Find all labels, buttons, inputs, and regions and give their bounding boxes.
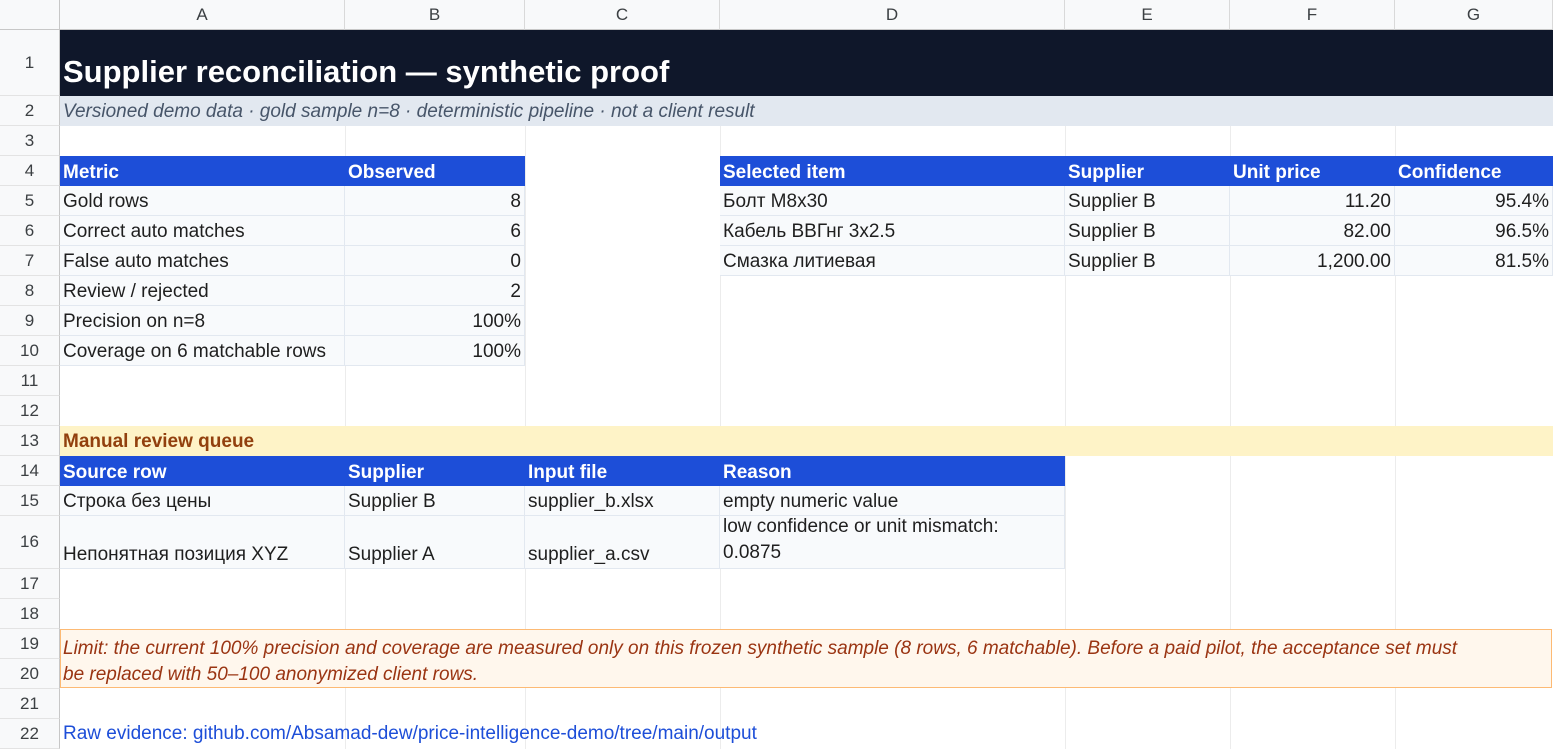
- unit-price-cell[interactable]: 82.00: [1230, 216, 1395, 246]
- row-header-3[interactable]: 3: [0, 126, 60, 156]
- row-header-14[interactable]: 14: [0, 456, 60, 486]
- review-supplier-cell[interactable]: Supplier B: [345, 486, 525, 516]
- reason-line: low confidence or unit mismatch:: [723, 516, 999, 537]
- row-header-13[interactable]: 13: [0, 426, 60, 456]
- metric-value-cell[interactable]: 6: [345, 216, 525, 246]
- metric-value-cell[interactable]: 2: [345, 276, 525, 306]
- reason-line: 0.0875: [723, 542, 782, 563]
- supplier-cell[interactable]: Supplier B: [1065, 186, 1230, 216]
- input-file-cell[interactable]: supplier_a.csv: [525, 516, 720, 569]
- column-header-b[interactable]: B: [345, 0, 525, 30]
- spreadsheet: A B C D E F G 1 2 3 4 5 6 7 8 9 10 11 12…: [0, 0, 1553, 749]
- row-header-9[interactable]: 9: [0, 306, 60, 336]
- metric-name-cell[interactable]: Correct auto matches: [60, 216, 345, 246]
- source-row-cell[interactable]: Строка без цены: [60, 486, 345, 516]
- row-header-12[interactable]: 12: [0, 396, 60, 426]
- row-header-16[interactable]: 16: [0, 516, 60, 569]
- source-row-header[interactable]: Source row: [60, 456, 345, 486]
- row-header-5[interactable]: 5: [0, 186, 60, 216]
- row-header-21[interactable]: 21: [0, 689, 60, 719]
- confidence-header[interactable]: Confidence: [1395, 156, 1553, 186]
- row-header-19[interactable]: 19: [0, 629, 60, 659]
- column-header-d[interactable]: D: [720, 0, 1065, 30]
- metric-value-cell[interactable]: 8: [345, 186, 525, 216]
- row-header-17[interactable]: 17: [0, 569, 60, 599]
- observed-header[interactable]: Observed: [345, 156, 525, 186]
- metric-value-cell[interactable]: 0: [345, 246, 525, 276]
- review-supplier-cell[interactable]: Supplier A: [345, 516, 525, 569]
- sheet-subtitle: Versioned demo data · gold sample n=8 · …: [63, 101, 755, 122]
- raw-evidence-link[interactable]: Raw evidence: github.com/Absamad-dew/pri…: [63, 723, 757, 745]
- confidence-cell[interactable]: 96.5%: [1395, 216, 1553, 246]
- item-cell[interactable]: Болт М8х30: [720, 186, 1065, 216]
- column-header-a[interactable]: A: [60, 0, 345, 30]
- row-header-1[interactable]: 1: [0, 30, 60, 96]
- reason-cell[interactable]: low confidence or unit mismatch: 0.0875: [720, 516, 1065, 569]
- metric-name-cell[interactable]: Review / rejected: [60, 276, 345, 306]
- limit-note-line: be replaced with 50–100 anonymized clien…: [63, 664, 479, 685]
- metric-name-cell[interactable]: Gold rows: [60, 186, 345, 216]
- row-header-20[interactable]: 20: [0, 659, 60, 689]
- item-cell[interactable]: Кабель ВВГнг 3х2.5: [720, 216, 1065, 246]
- metric-value-cell[interactable]: 100%: [345, 336, 525, 366]
- limit-note[interactable]: Limit: the current 100% precision and co…: [63, 636, 1543, 688]
- column-header-f[interactable]: F: [1230, 0, 1395, 30]
- row-header-22[interactable]: 22: [0, 719, 60, 749]
- metric-name-cell[interactable]: False auto matches: [60, 246, 345, 276]
- input-file-cell[interactable]: supplier_b.xlsx: [525, 486, 720, 516]
- supplier-cell[interactable]: Supplier B: [1065, 246, 1230, 276]
- row-header-4[interactable]: 4: [0, 156, 60, 186]
- confidence-cell[interactable]: 95.4%: [1395, 186, 1553, 216]
- source-row-cell[interactable]: Непонятная позиция XYZ: [60, 516, 345, 569]
- column-header-e[interactable]: E: [1065, 0, 1230, 30]
- reason-header[interactable]: Reason: [720, 456, 1065, 486]
- row-header-18[interactable]: 18: [0, 599, 60, 629]
- limit-note-line: Limit: the current 100% precision and co…: [63, 638, 1458, 659]
- unit-price-cell[interactable]: 11.20: [1230, 186, 1395, 216]
- row-header-7[interactable]: 7: [0, 246, 60, 276]
- metric-header[interactable]: Metric: [60, 156, 345, 186]
- review-supplier-header[interactable]: Supplier: [345, 456, 525, 486]
- select-all-corner[interactable]: [0, 0, 60, 30]
- review-queue-title: Manual review queue: [63, 431, 255, 452]
- row-header-2[interactable]: 2: [0, 96, 60, 126]
- metric-name-cell[interactable]: Precision on n=8: [60, 306, 345, 336]
- confidence-cell[interactable]: 81.5%: [1395, 246, 1553, 276]
- column-header-g[interactable]: G: [1395, 0, 1553, 30]
- metric-name-cell[interactable]: Coverage on 6 matchable rows: [60, 336, 345, 366]
- selected-item-header[interactable]: Selected item: [720, 156, 1065, 186]
- reason-cell[interactable]: empty numeric value: [720, 486, 1065, 516]
- metric-value-cell[interactable]: 100%: [345, 306, 525, 336]
- supplier-header[interactable]: Supplier: [1065, 156, 1230, 186]
- unit-price-cell[interactable]: 1,200.00: [1230, 246, 1395, 276]
- row-header-11[interactable]: 11: [0, 366, 60, 396]
- sheet-title: Supplier reconciliation — synthetic proo…: [63, 54, 670, 89]
- unit-price-header[interactable]: Unit price: [1230, 156, 1395, 186]
- row-header-8[interactable]: 8: [0, 276, 60, 306]
- column-header-c[interactable]: C: [525, 0, 720, 30]
- row-header-6[interactable]: 6: [0, 216, 60, 246]
- row-header-15[interactable]: 15: [0, 486, 60, 516]
- review-queue-band: [60, 426, 1553, 456]
- input-file-header[interactable]: Input file: [525, 456, 720, 486]
- row-header-10[interactable]: 10: [0, 336, 60, 366]
- supplier-cell[interactable]: Supplier B: [1065, 216, 1230, 246]
- item-cell[interactable]: Смазка литиевая: [720, 246, 1065, 276]
